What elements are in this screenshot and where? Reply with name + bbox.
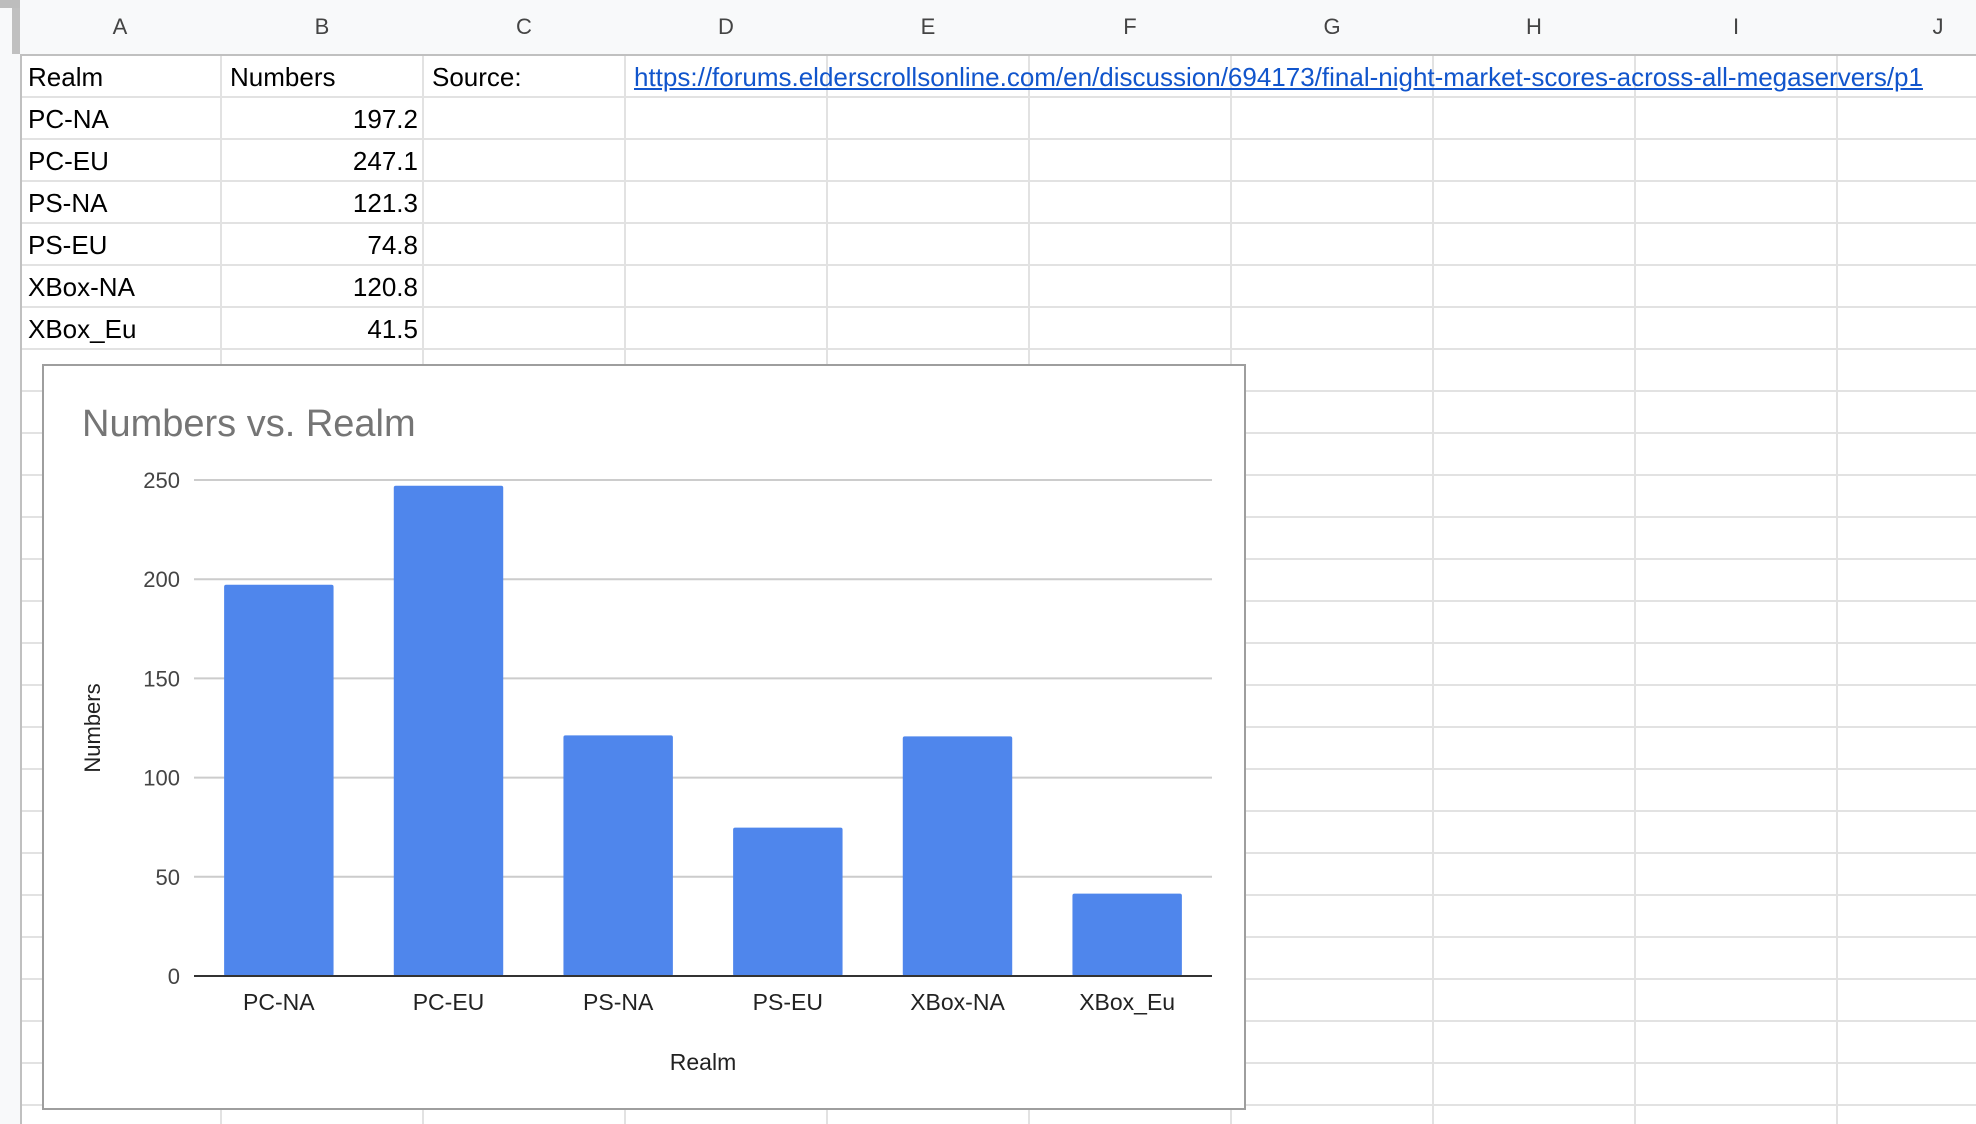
y-tick-label: 150 — [143, 666, 180, 691]
column-header-a[interactable]: A — [20, 0, 220, 54]
column-header-c[interactable]: C — [424, 0, 624, 54]
cell-b4[interactable]: 121.3 — [222, 182, 418, 224]
x-tick-label: PS-NA — [583, 989, 654, 1015]
y-tick-label: 0 — [168, 964, 180, 989]
column-gridline — [1432, 0, 1434, 1124]
y-tick-label: 50 — [156, 865, 180, 890]
cell-c1[interactable]: Source: — [432, 56, 622, 98]
cell-b1[interactable]: Numbers — [230, 56, 420, 98]
y-axis-title: Numbers — [80, 683, 105, 772]
bar-pc-na — [224, 584, 334, 976]
column-header-d[interactable]: D — [626, 0, 826, 54]
column-header-g[interactable]: G — [1232, 0, 1432, 54]
cell-b7[interactable]: 41.5 — [222, 308, 418, 350]
bar-xbox-na — [902, 736, 1013, 976]
column-gridline — [1836, 0, 1838, 1124]
y-tick-label: 250 — [143, 468, 180, 493]
cell-a4[interactable]: PS-NA — [28, 182, 218, 224]
cell-b5[interactable]: 74.8 — [222, 224, 418, 266]
y-tick-label: 100 — [143, 766, 180, 791]
x-tick-label: PS-EU — [753, 989, 823, 1015]
cell-a6[interactable]: XBox-NA — [28, 266, 218, 308]
cell-b6[interactable]: 120.8 — [222, 266, 418, 308]
cell-a3[interactable]: PC-EU — [28, 140, 218, 182]
cell-a2[interactable]: PC-NA — [28, 98, 218, 140]
x-tick-label: XBox-NA — [910, 989, 1005, 1015]
bar-chart-svg: Numbers vs. Realm 0 50 100 150 200 250 PC-NA PC-… — [80, 403, 1212, 1075]
spreadsheet: A B C D E F G H I J Realm Numbers Source… — [0, 0, 1976, 1124]
x-axis-title: Realm — [670, 1049, 736, 1075]
row-number-gutter — [0, 54, 22, 1124]
x-tick-label: XBox_Eu — [1079, 989, 1175, 1015]
cell-a1[interactable]: Realm — [28, 56, 218, 98]
column-header-b[interactable]: B — [222, 0, 422, 54]
y-tick-label: 200 — [143, 567, 180, 592]
cell-a7[interactable]: XBox_Eu — [28, 308, 218, 350]
bar-ps-na — [563, 735, 673, 976]
x-tick-label: PC-EU — [413, 989, 485, 1015]
column-header-e[interactable]: E — [828, 0, 1028, 54]
chart-title: Numbers vs. Realm — [82, 403, 416, 445]
cell-b2[interactable]: 197.2 — [222, 98, 418, 140]
column-header-f[interactable]: F — [1030, 0, 1230, 54]
bar-ps-eu — [733, 827, 843, 976]
cell-d1-source-link[interactable]: https://forums.elderscrollsonline.com/en… — [634, 56, 1923, 98]
column-header-i[interactable]: I — [1636, 0, 1836, 54]
column-gridline — [1634, 0, 1636, 1124]
bar-pc-eu — [393, 485, 504, 976]
cell-b3[interactable]: 247.1 — [222, 140, 418, 182]
bar-xbox-eu — [1072, 893, 1182, 976]
column-header-j[interactable]: J — [1838, 0, 1976, 54]
select-all-corner[interactable] — [0, 0, 20, 54]
cell-a5[interactable]: PS-EU — [28, 224, 218, 266]
x-tick-label: PC-NA — [243, 989, 315, 1015]
embedded-chart[interactable]: Numbers vs. Realm 0 50 100 150 200 250 PC-NA PC-… — [42, 364, 1246, 1110]
column-header-h[interactable]: H — [1434, 0, 1634, 54]
